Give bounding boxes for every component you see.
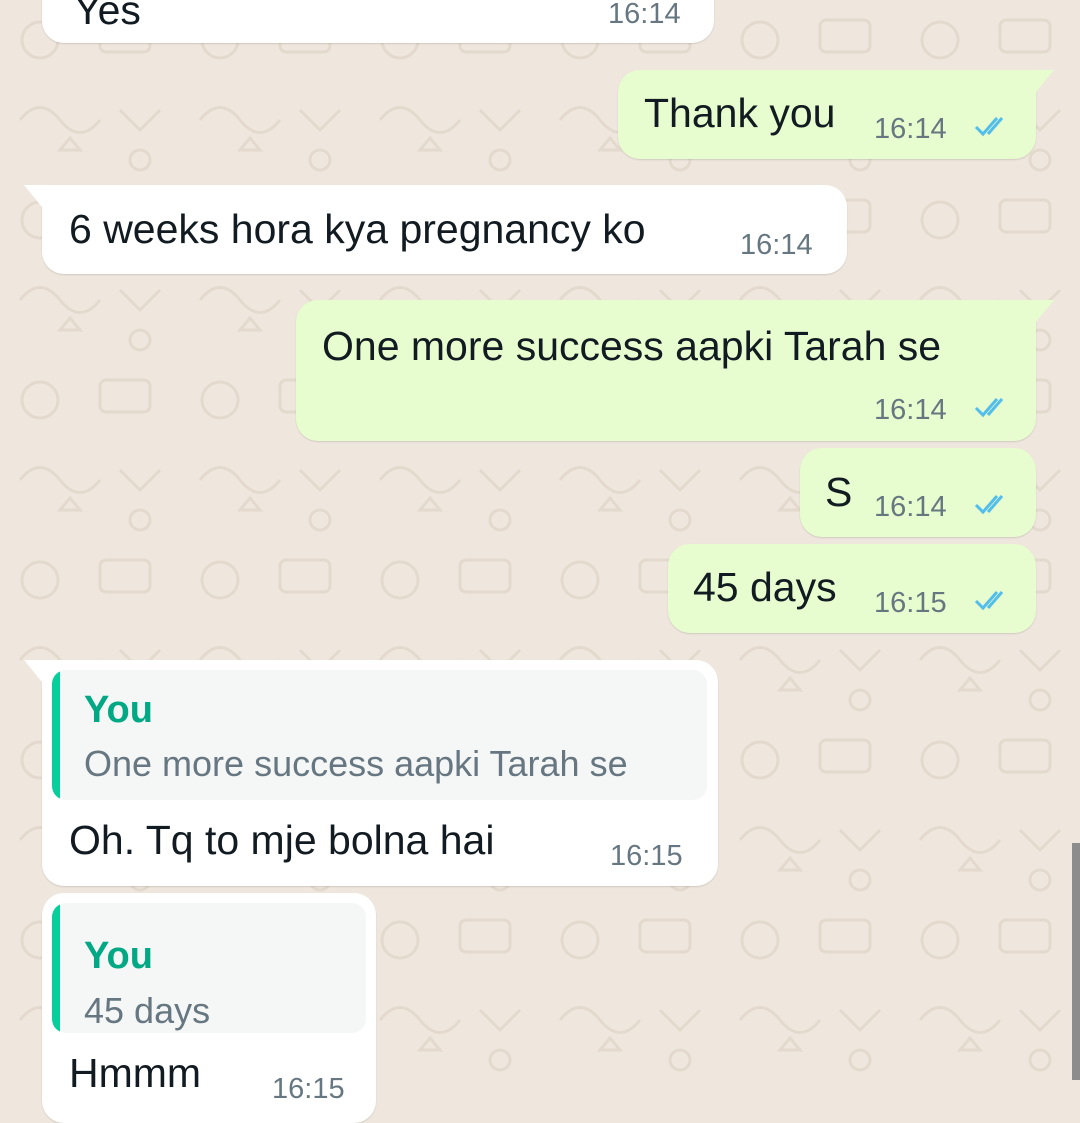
message-bubble-outgoing[interactable]: S 16:14 — [800, 448, 1036, 537]
message-text: One more success aapki Tarah se — [322, 323, 942, 369]
quoted-author: You — [84, 689, 153, 731]
read-receipt-icon — [974, 117, 1004, 137]
message-time: 16:14 — [740, 229, 813, 261]
quoted-message[interactable]: You One more success aapki Tarah se — [52, 670, 707, 800]
message-time: 16:15 — [874, 587, 947, 619]
message-time: 16:14 — [608, 0, 681, 30]
message-text: 45 days — [693, 564, 837, 610]
message-text: S — [825, 469, 853, 515]
message-text: 6 weeks hora kya pregnancy ko — [69, 206, 646, 252]
message-bubble-incoming-reply[interactable]: You One more success aapki Tarah se Oh. … — [24, 660, 718, 886]
quote-accent-bar — [52, 903, 60, 1033]
message-time: 16:14 — [874, 394, 947, 426]
message-bubble-incoming-reply[interactable]: You 45 days Hmmm 16:15 — [42, 893, 376, 1123]
message-time: 16:14 — [874, 113, 947, 145]
message-bubble-outgoing[interactable]: Thank you 16:14 — [618, 70, 1054, 159]
scrollbar-thumb[interactable] — [1072, 843, 1080, 1080]
read-receipt-icon — [974, 398, 1004, 418]
message-text: Yes — [74, 0, 141, 33]
message-text: Hmmm — [69, 1050, 202, 1096]
quote-accent-bar — [52, 670, 60, 800]
quoted-author: You — [84, 935, 153, 977]
quoted-text: 45 days — [84, 990, 211, 1031]
message-time: 16:15 — [610, 840, 683, 872]
message-time: 16:14 — [874, 491, 947, 523]
message-time: 16:15 — [272, 1073, 345, 1105]
message-bubble-outgoing[interactable]: 45 days 16:15 — [668, 544, 1036, 633]
message-text: Thank you — [644, 90, 836, 136]
read-receipt-icon — [974, 591, 1004, 611]
message-text: Oh. Tq to mje bolna hai — [69, 817, 495, 863]
read-receipt-icon — [974, 495, 1004, 515]
message-bubble-incoming[interactable]: Yes 16:14 — [42, 0, 714, 43]
message-bubble-outgoing[interactable]: One more success aapki Tarah se 16:14 — [296, 300, 1054, 441]
message-bubble-incoming[interactable]: 6 weeks hora kya pregnancy ko 16:14 — [24, 185, 847, 274]
quoted-text: One more success aapki Tarah se — [84, 743, 628, 784]
quoted-message[interactable]: You 45 days — [52, 903, 366, 1033]
